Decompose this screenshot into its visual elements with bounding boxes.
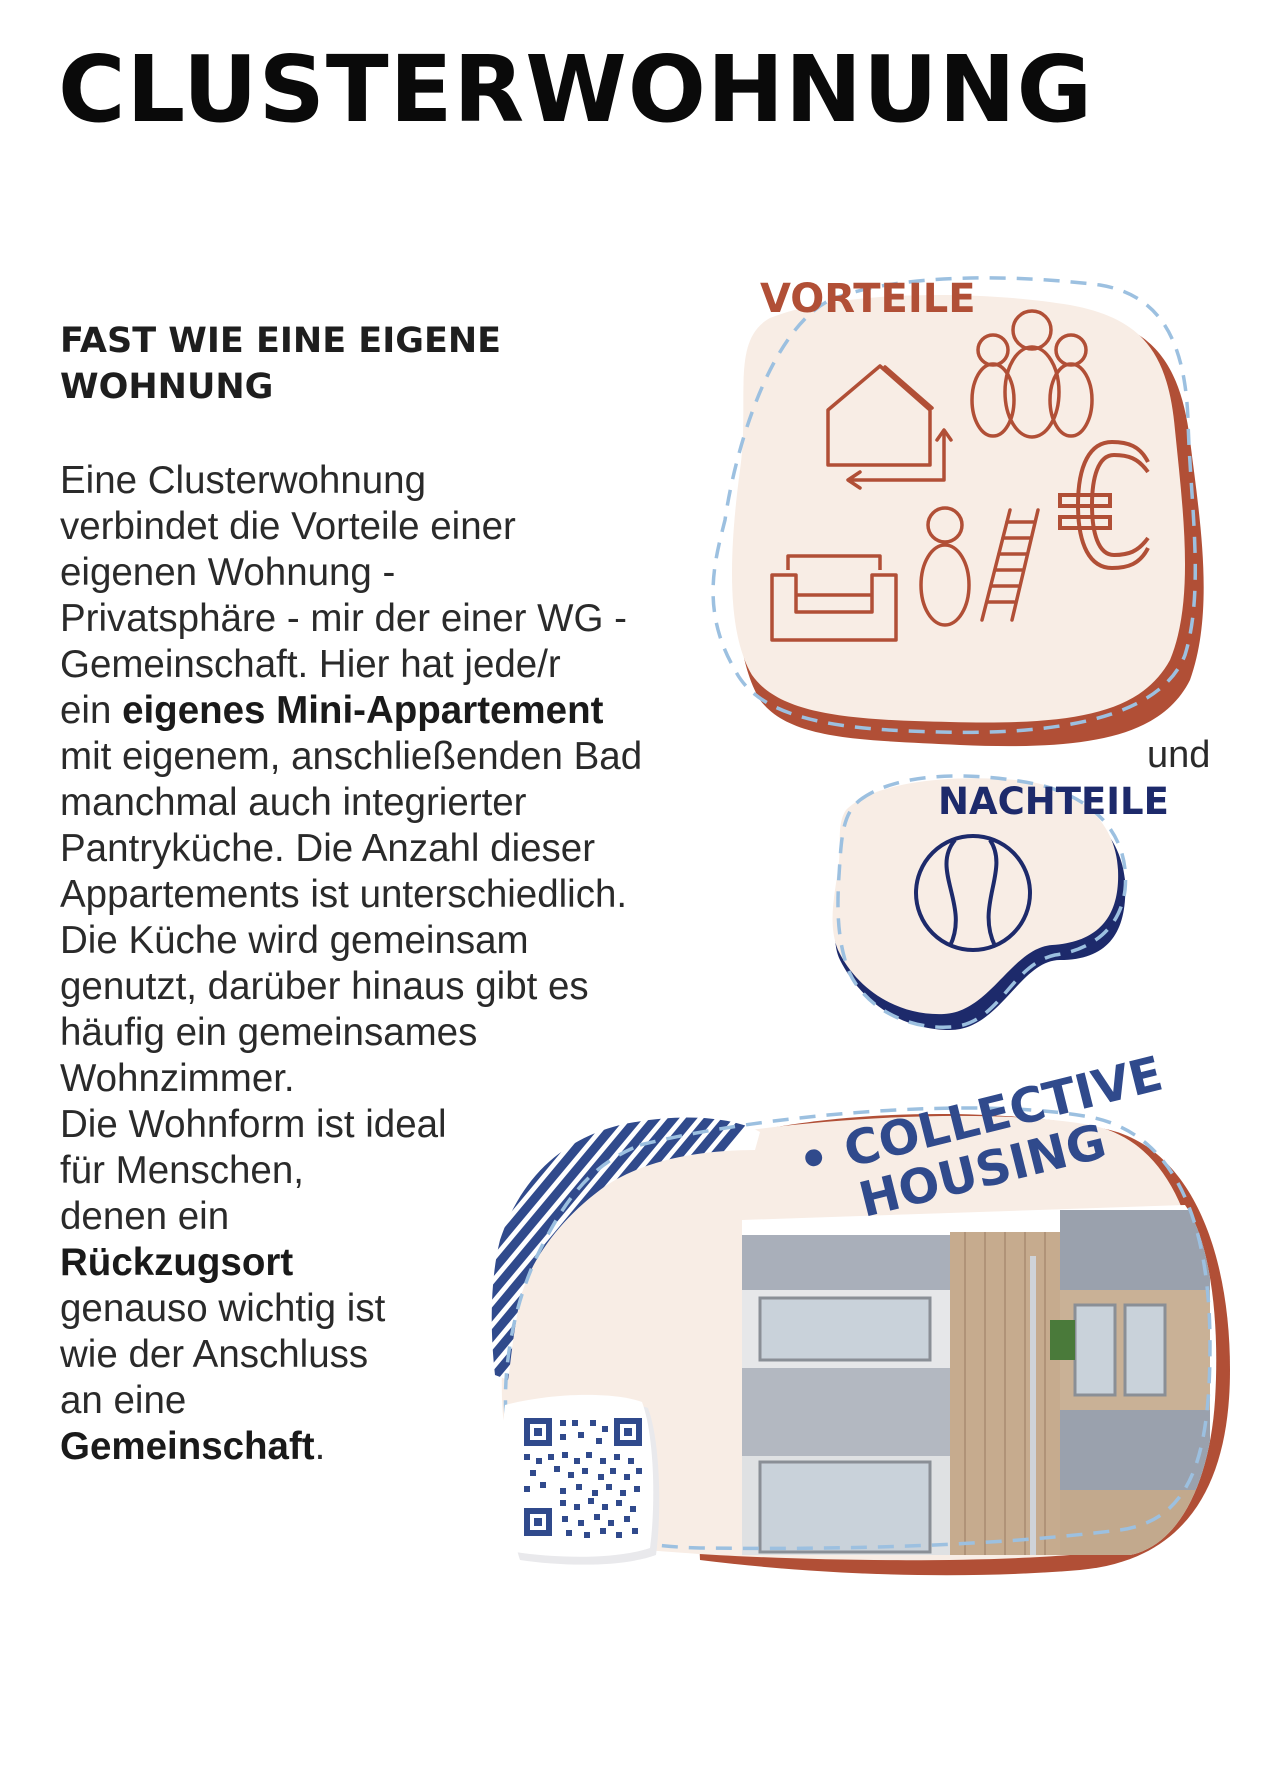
collective-graphic bbox=[491, 1106, 1230, 1576]
